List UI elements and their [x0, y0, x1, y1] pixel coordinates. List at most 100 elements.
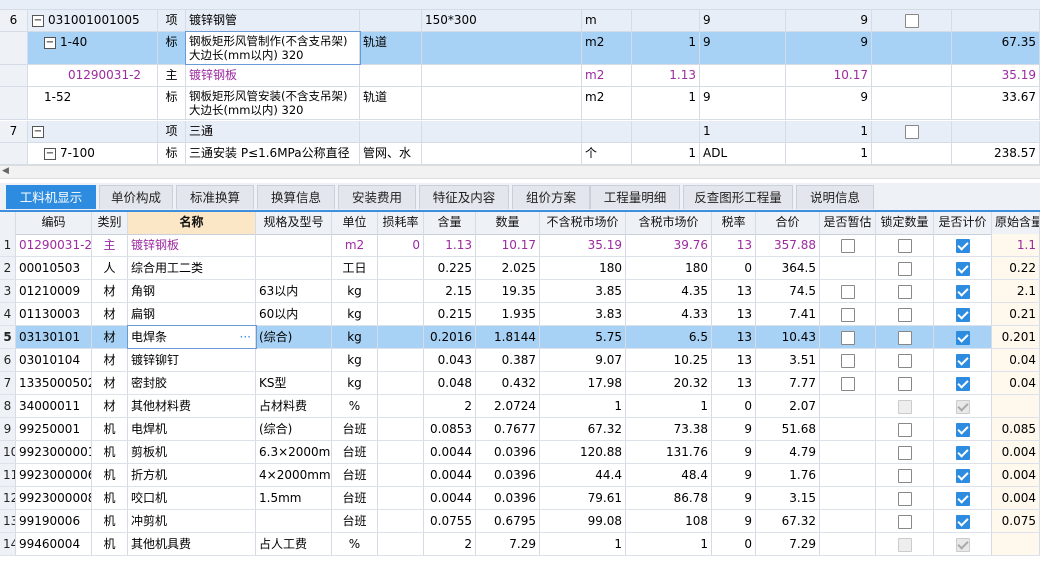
- grid-cell[interactable]: 7.41: [756, 303, 820, 325]
- table-row[interactable]: 119923000006机折方机4×2000mm台班 0.00440.039644…: [0, 464, 1040, 487]
- grid-cell[interactable]: [876, 372, 934, 394]
- grid-cell[interactable]: 机: [92, 418, 128, 440]
- grid-cell[interactable]: [820, 464, 876, 486]
- grid-cell[interactable]: m2: [332, 234, 378, 256]
- grid-cell[interactable]: [934, 395, 992, 417]
- priced-checkbox[interactable]: [955, 445, 970, 460]
- priced-checkbox[interactable]: [955, 261, 970, 276]
- col-header-12[interactable]: 是否暂估: [820, 212, 876, 234]
- grid-cell[interactable]: [876, 487, 934, 509]
- table-row[interactable]: 5 03130101 材电焊条 ··· (综合) kg 0.2016 1.8144 5.75 6.…: [0, 325, 1040, 349]
- grid-cell[interactable]: [820, 234, 876, 256]
- tab-2[interactable]: 标准换算: [176, 185, 254, 209]
- grid-cell[interactable]: [256, 257, 332, 279]
- grid-cell[interactable]: 9923000006: [16, 464, 92, 486]
- grid-cell[interactable]: [876, 303, 934, 325]
- grid-cell[interactable]: 01290031-2: [16, 234, 92, 256]
- grid-cell[interactable]: 39.76: [626, 234, 712, 256]
- grid-cell[interactable]: %: [332, 533, 378, 555]
- grid-cell[interactable]: [820, 372, 876, 394]
- table-row[interactable]: 6 03010104 材镀锌铆钉 kg 0.043 0.387 9.07 10.25 13 3.5…: [0, 349, 1040, 372]
- grid-cell[interactable]: 0: [712, 257, 756, 279]
- col-header-13[interactable]: 锁定数量: [876, 212, 934, 234]
- grid-cell[interactable]: 86.78: [626, 487, 712, 509]
- grid-cell[interactable]: 3.83: [540, 303, 626, 325]
- grid-cell[interactable]: (综合): [256, 326, 332, 348]
- lock-quantity-checkbox[interactable]: [897, 376, 912, 391]
- grid-cell[interactable]: [256, 349, 332, 371]
- grid-cell[interactable]: 00010503: [16, 257, 92, 279]
- grid-cell[interactable]: [820, 418, 876, 440]
- grid-cell[interactable]: 180: [540, 257, 626, 279]
- grid-cell[interactable]: [934, 533, 992, 555]
- grid-cell[interactable]: kg: [332, 326, 378, 348]
- grid-cell[interactable]: [876, 510, 934, 532]
- grid-cell[interactable]: KS型: [256, 372, 332, 394]
- grid-cell[interactable]: 63以内: [256, 280, 332, 302]
- grid-cell[interactable]: 99.08: [540, 510, 626, 532]
- grid-cell[interactable]: 1.76: [756, 464, 820, 486]
- grid-cell[interactable]: 10.25: [626, 349, 712, 371]
- grid-cell[interactable]: [934, 326, 992, 348]
- grid-cell[interactable]: 机: [92, 533, 128, 555]
- grid-cell[interactable]: 0: [378, 234, 424, 256]
- tree-cell[interactable]: 三通: [186, 121, 360, 142]
- estimate-checkbox[interactable]: [840, 284, 855, 299]
- grid-cell[interactable]: 1335000502: [16, 372, 92, 394]
- grid-cell[interactable]: 364.5: [756, 257, 820, 279]
- col-header-8[interactable]: 不含税市场价: [540, 212, 626, 234]
- estimate-checkbox[interactable]: [840, 376, 855, 391]
- grid-cell[interactable]: [820, 303, 876, 325]
- grid-cell[interactable]: 0.225: [424, 257, 476, 279]
- tab-7[interactable]: 工程量明细: [590, 185, 680, 209]
- grid-cell[interactable]: 3.85: [540, 280, 626, 302]
- priced-checkbox[interactable]: [955, 330, 970, 345]
- grid-cell[interactable]: 9923000008: [16, 487, 92, 509]
- col-header-5[interactable]: 损耗率: [378, 212, 424, 234]
- grid-cell[interactable]: 4.33: [626, 303, 712, 325]
- grid-cell[interactable]: 0.0396: [476, 487, 540, 509]
- col-header-10[interactable]: 税率: [712, 212, 756, 234]
- grid-cell[interactable]: 1.935: [476, 303, 540, 325]
- grid-cell[interactable]: [876, 280, 934, 302]
- tree-row[interactable]: 01290031-2 主镀锌钢板 m2 1.13 10.17 35.19: [0, 65, 1040, 87]
- grid-cell[interactable]: 2.15: [424, 280, 476, 302]
- grid-cell[interactable]: [378, 441, 424, 463]
- grid-cell[interactable]: 0.004: [992, 441, 1040, 463]
- grid-cell[interactable]: 0.048: [424, 372, 476, 394]
- grid-cell[interactable]: 0.0853: [424, 418, 476, 440]
- grid-cell[interactable]: 10.43: [756, 326, 820, 348]
- tree-cell[interactable]: 镀锌钢板: [186, 65, 360, 86]
- lock-quantity-checkbox[interactable]: [897, 238, 912, 253]
- grid-cell[interactable]: [876, 418, 934, 440]
- grid-cell[interactable]: 0.04: [992, 372, 1040, 394]
- grid-cell[interactable]: kg: [332, 349, 378, 371]
- grid-cell[interactable]: [378, 418, 424, 440]
- grid-cell[interactable]: 3.15: [756, 487, 820, 509]
- grid-cell[interactable]: [934, 510, 992, 532]
- grid-cell[interactable]: 67.32: [540, 418, 626, 440]
- grid-cell[interactable]: (综合): [256, 418, 332, 440]
- grid-cell[interactable]: [820, 510, 876, 532]
- col-header-9[interactable]: 含税市场价: [626, 212, 712, 234]
- grid-cell[interactable]: 其他机具费: [128, 533, 256, 555]
- grid-cell[interactable]: 0.215: [424, 303, 476, 325]
- grid-cell[interactable]: 20.32: [626, 372, 712, 394]
- grid-cell[interactable]: 0.04: [992, 349, 1040, 371]
- grid-cell[interactable]: [934, 487, 992, 509]
- grid-cell[interactable]: [820, 349, 876, 371]
- grid-cell[interactable]: 0.0396: [476, 441, 540, 463]
- grid-cell[interactable]: [378, 395, 424, 417]
- tree-cell[interactable]: 67.35: [952, 32, 1040, 64]
- grid-cell[interactable]: 镀锌铆钉: [128, 349, 256, 371]
- grid-cell[interactable]: [820, 280, 876, 302]
- grid-cell[interactable]: [876, 326, 934, 348]
- col-header-15[interactable]: 原始含量: [992, 212, 1040, 234]
- grid-cell[interactable]: 0.201: [992, 326, 1040, 348]
- table-row[interactable]: 2 00010503 人综合用工二类 工日 0.225 2.025 180 180 0 364.5…: [0, 257, 1040, 280]
- col-header-2[interactable]: 名称: [128, 212, 256, 234]
- grid-cell[interactable]: 01130003: [16, 303, 92, 325]
- grid-cell[interactable]: 材: [92, 349, 128, 371]
- grid-cell[interactable]: 2.07: [756, 395, 820, 417]
- grid-cell[interactable]: %: [332, 395, 378, 417]
